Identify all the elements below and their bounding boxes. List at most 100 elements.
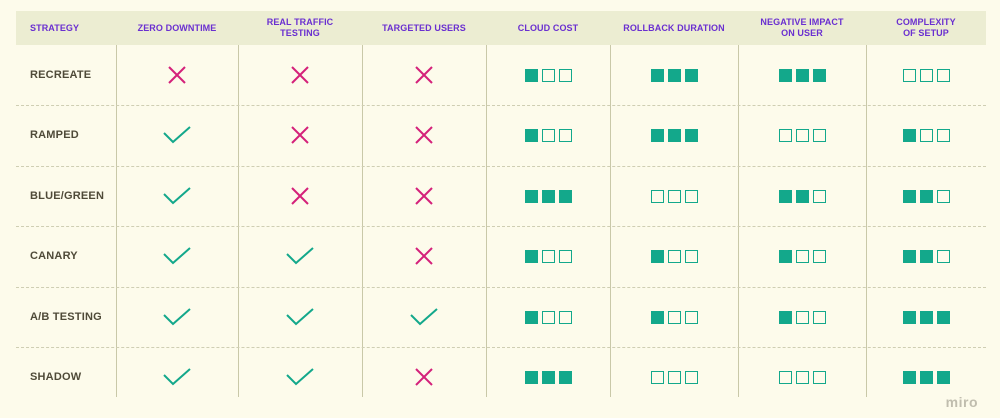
rating-squares: [649, 249, 700, 263]
table-row: RECREATE: [16, 45, 986, 105]
cell-cloud-cost: [486, 45, 610, 105]
empty-square-icon: [650, 370, 664, 384]
filled-square-icon: [778, 310, 792, 324]
filled-square-icon: [919, 370, 933, 384]
empty-square-icon: [558, 68, 572, 82]
miro-logo: miro: [945, 394, 978, 410]
cell-rollback: [610, 347, 738, 407]
empty-square-icon: [667, 310, 681, 324]
cell-targeted-users: [362, 226, 486, 286]
filled-square-icon: [778, 189, 792, 203]
cell-negative-impact: [738, 226, 866, 286]
empty-square-icon: [936, 249, 950, 263]
rating-squares: [777, 370, 828, 384]
empty-square-icon: [684, 249, 698, 263]
filled-square-icon: [558, 189, 572, 203]
rating-squares: [901, 189, 952, 203]
filled-square-icon: [919, 310, 933, 324]
cell-cloud-cost: [486, 287, 610, 347]
cell-negative-impact: [738, 287, 866, 347]
filled-square-icon: [650, 310, 664, 324]
check-icon: [285, 367, 315, 387]
empty-square-icon: [795, 128, 809, 142]
empty-square-icon: [795, 249, 809, 263]
header-targeted-users: TARGETED USERS: [382, 22, 466, 33]
cell-rollback: [610, 166, 738, 226]
rating-squares: [649, 310, 700, 324]
filled-square-icon: [778, 68, 792, 82]
empty-square-icon: [558, 128, 572, 142]
cell-zero-downtime: [116, 226, 238, 286]
deployment-strategies-table: STRATEGY ZERO DOWNTIME REAL TRAFFIC TESTIN…: [16, 0, 986, 400]
cell-targeted-users: [362, 45, 486, 105]
table-row: A/B TESTING: [16, 287, 986, 347]
empty-square-icon: [812, 370, 826, 384]
empty-square-icon: [684, 310, 698, 324]
filled-square-icon: [902, 128, 916, 142]
filled-square-icon: [524, 189, 538, 203]
cell-negative-impact: [738, 166, 866, 226]
filled-square-icon: [650, 128, 664, 142]
empty-square-icon: [667, 370, 681, 384]
strategy-name: CANARY: [30, 250, 78, 262]
filled-square-icon: [902, 249, 916, 263]
cross-icon: [414, 65, 434, 85]
filled-square-icon: [902, 370, 916, 384]
check-icon: [162, 246, 192, 266]
empty-square-icon: [778, 128, 792, 142]
filled-square-icon: [936, 370, 950, 384]
filled-square-icon: [919, 189, 933, 203]
strategy-name: RECREATE: [30, 69, 92, 81]
filled-square-icon: [524, 370, 538, 384]
empty-square-icon: [558, 310, 572, 324]
cell-complexity: [866, 105, 986, 165]
filled-square-icon: [795, 68, 809, 82]
filled-square-icon: [650, 68, 664, 82]
rating-squares: [901, 68, 952, 82]
rating-squares: [777, 310, 828, 324]
cell-complexity: [866, 166, 986, 226]
check-icon: [409, 307, 439, 327]
cell-targeted-users: [362, 166, 486, 226]
rating-squares: [901, 370, 952, 384]
cross-icon: [414, 186, 434, 206]
cell-zero-downtime: [116, 105, 238, 165]
cell-real-traffic: [238, 105, 362, 165]
cell-targeted-users: [362, 287, 486, 347]
empty-square-icon: [919, 128, 933, 142]
check-icon: [162, 367, 192, 387]
rating-squares: [649, 128, 700, 142]
empty-square-icon: [936, 128, 950, 142]
filled-square-icon: [524, 310, 538, 324]
check-icon: [285, 307, 315, 327]
filled-square-icon: [667, 68, 681, 82]
filled-square-icon: [778, 249, 792, 263]
filled-square-icon: [812, 68, 826, 82]
rating-squares: [523, 249, 574, 263]
cell-negative-impact: [738, 105, 866, 165]
filled-square-icon: [650, 249, 664, 263]
rating-squares: [901, 249, 952, 263]
empty-square-icon: [684, 370, 698, 384]
rating-squares: [523, 310, 574, 324]
cell-rollback: [610, 105, 738, 165]
rating-squares: [523, 128, 574, 142]
cell-cloud-cost: [486, 105, 610, 165]
empty-square-icon: [812, 249, 826, 263]
empty-square-icon: [778, 370, 792, 384]
strategy-name: BLUE/GREEN: [30, 190, 105, 202]
cross-icon: [414, 246, 434, 266]
cell-complexity: [866, 226, 986, 286]
empty-square-icon: [936, 189, 950, 203]
rating-squares: [649, 68, 700, 82]
filled-square-icon: [524, 68, 538, 82]
filled-square-icon: [902, 189, 916, 203]
cross-icon: [290, 125, 310, 145]
table-row: BLUE/GREEN: [16, 166, 986, 226]
strategy-name: RAMPED: [30, 129, 79, 141]
check-icon: [162, 307, 192, 327]
empty-square-icon: [541, 68, 555, 82]
filled-square-icon: [667, 128, 681, 142]
rating-squares: [901, 128, 952, 142]
header-negative-impact: NEGATIVE IMPACT ON USER: [760, 17, 844, 38]
